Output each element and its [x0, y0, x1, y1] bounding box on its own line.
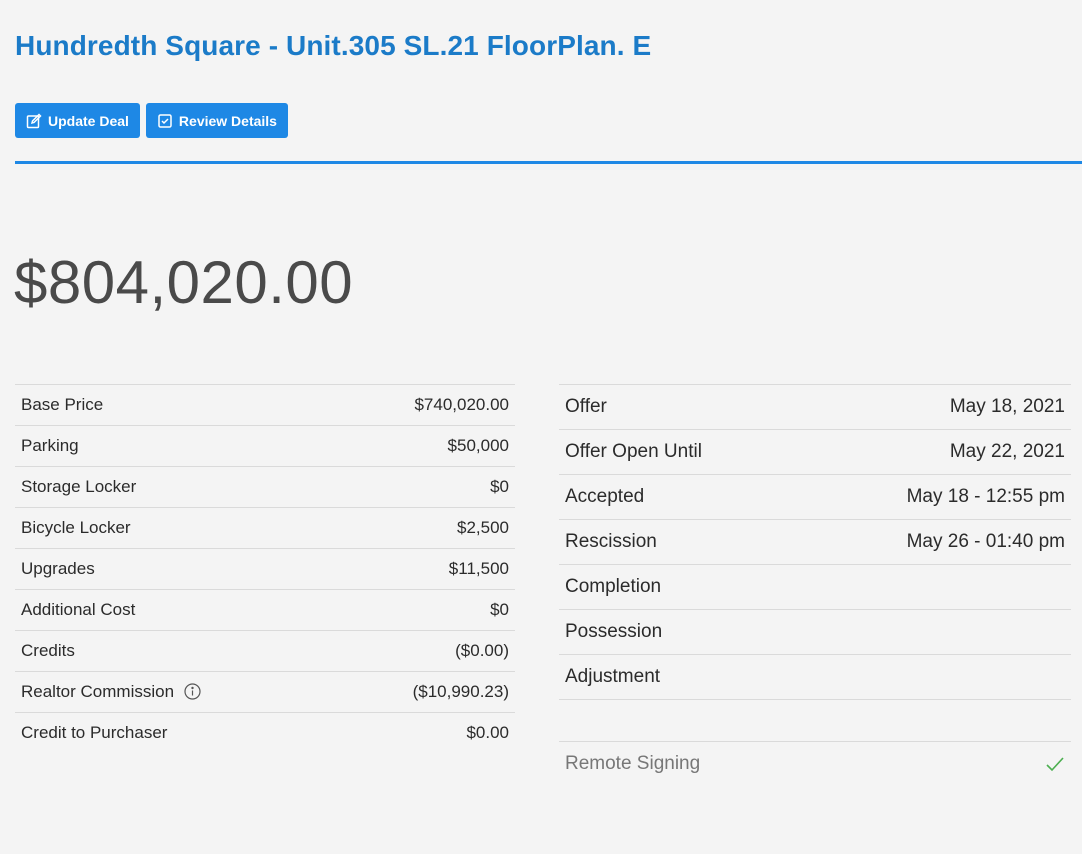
pricing-row-base-price: Base Price $740,020.00: [15, 384, 515, 425]
pricing-row-parking: Parking $50,000: [15, 425, 515, 466]
date-row-possession: Possession: [559, 609, 1071, 654]
pricing-row-realtor-commission: Realtor Commission ($10,990.23): [15, 671, 515, 712]
pricing-label: Base Price: [21, 395, 104, 414]
pricing-label: Storage Locker: [21, 477, 137, 496]
checkbox-icon: [158, 113, 172, 128]
date-row-offer: Offer May 18, 2021: [559, 384, 1071, 429]
pricing-value: $50,000: [447, 436, 509, 455]
date-label: Rescission: [565, 531, 657, 552]
check-icon: [1046, 756, 1064, 771]
pricing-row-credits: Credits ($0.00): [15, 630, 515, 671]
remote-signing-label: Remote Signing: [565, 752, 701, 774]
date-row-completion: Completion: [559, 564, 1071, 609]
review-details-label: Review Details: [178, 112, 277, 129]
date-label: Completion: [565, 576, 662, 597]
pricing-value: $0: [490, 600, 509, 619]
dates-table: Offer May 18, 2021 Offer Open Until May …: [559, 384, 1071, 700]
pricing-label: Credit to Purchaser: [21, 723, 168, 742]
pricing-table: Base Price $740,020.00 Parking $50,000 S…: [15, 384, 515, 753]
pricing-row-additional-cost: Additional Cost $0: [15, 589, 515, 630]
pricing-row-storage-locker: Storage Locker $0: [15, 466, 515, 507]
date-label: Accepted: [565, 486, 645, 507]
date-row-rescission: Rescission May 26 - 01:40 pm: [559, 519, 1071, 564]
pricing-label: Credits: [21, 641, 75, 660]
pricing-label: Bicycle Locker: [21, 518, 131, 537]
date-value: May 22, 2021: [949, 441, 1065, 462]
pricing-value: $0.00: [466, 723, 509, 742]
review-details-button[interactable]: Review Details: [145, 103, 288, 138]
pricing-value: $0: [490, 477, 509, 496]
pricing-row-credit-to-purchaser: Credit to Purchaser $0.00: [15, 712, 515, 753]
date-value: May 18, 2021: [949, 396, 1065, 417]
pricing-row-upgrades: Upgrades $11,500: [15, 548, 515, 589]
pricing-value: ($10,990.23): [412, 682, 509, 701]
pricing-label: Parking: [21, 436, 79, 455]
date-row-offer-open-until: Offer Open Until May 22, 2021: [559, 429, 1071, 474]
update-deal-button[interactable]: Update Deal: [15, 103, 140, 138]
pricing-label: Upgrades: [21, 559, 95, 578]
pricing-row-bicycle-locker: Bicycle Locker $2,500: [15, 507, 515, 548]
page-title: Hundredth Square - Unit.305 SL.21 FloorP…: [15, 30, 652, 61]
header-divider: [15, 161, 1082, 164]
pricing-value: $740,020.00: [414, 395, 509, 414]
date-value: May 26 - 01:40 pm: [906, 531, 1065, 552]
date-label: Offer: [565, 396, 607, 417]
action-bar: Update Deal Review Details: [15, 103, 288, 138]
pricing-label: Realtor Commission: [21, 682, 175, 701]
date-row-adjustment: Adjustment: [559, 654, 1071, 700]
pricing-label: Additional Cost: [21, 600, 136, 619]
date-label: Possession: [565, 621, 663, 642]
update-deal-label: Update Deal: [48, 112, 129, 129]
date-label: Offer Open Until: [565, 441, 702, 462]
edit-icon: [26, 112, 42, 128]
pricing-value: $11,500: [448, 559, 509, 578]
date-value: May 18 - 12:55 pm: [906, 486, 1065, 507]
info-icon[interactable]: [184, 683, 201, 700]
pricing-value: ($0.00): [455, 641, 509, 660]
pricing-value: $2,500: [457, 518, 509, 537]
remote-signing-row: Remote Signing: [559, 741, 1071, 785]
pricing-label-wrap: Realtor Commission: [21, 682, 201, 702]
date-label: Adjustment: [565, 666, 661, 687]
date-row-accepted: Accepted May 18 - 12:55 pm: [559, 474, 1071, 519]
total-price: $804,020.00: [14, 249, 354, 316]
